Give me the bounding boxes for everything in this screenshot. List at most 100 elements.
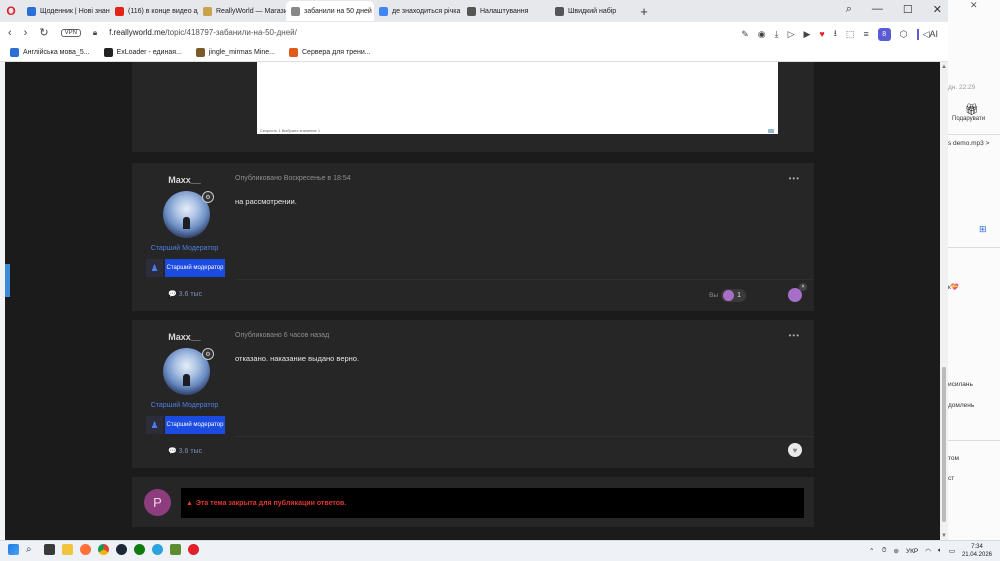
telegram-icon[interactable] [152, 544, 163, 555]
file-explorer-icon[interactable] [62, 544, 73, 555]
panel-close-icon[interactable]: ✕ [970, 0, 978, 11]
browser-tab[interactable]: Швидкий набір [550, 1, 630, 21]
heart-icon[interactable]: ♥ [819, 29, 824, 39]
author-name[interactable]: Maxx__ [132, 332, 237, 342]
opera-logo-icon[interactable]: O [0, 0, 22, 22]
bookmark-item[interactable]: jingle_mirmas Mine... [195, 47, 275, 57]
camera-icon[interactable]: ◉ [758, 29, 766, 40]
post-date[interactable]: Опубликовано 6 часов назад [235, 332, 329, 339]
search-icon[interactable]: ⌕ [26, 544, 37, 555]
embed-link-icon[interactable] [768, 129, 774, 133]
bookmark-item[interactable]: Сервера для трени... [289, 47, 371, 57]
page-scrollbar[interactable]: ▲ ▼ [940, 62, 948, 540]
volume-icon[interactable]: 🔈︎ [938, 547, 942, 555]
tab-search-icon[interactable]: ⌕ [846, 3, 852, 16]
bookmark-favicon-icon [103, 47, 113, 57]
close-window-button[interactable]: ✕ [933, 3, 942, 16]
post-menu-icon[interactable]: ••• [789, 331, 800, 340]
audio-file[interactable]: s demo.mp3 > [948, 140, 989, 147]
embedded-image[interactable]: Скорость 1 Выбрано значение 1 [257, 62, 778, 134]
qr-icon[interactable]: ⊞ [979, 224, 987, 235]
panel-line: том [948, 455, 959, 462]
task-view-icon[interactable] [44, 544, 55, 555]
chrome-icon[interactable] [98, 544, 109, 555]
reaction-button[interactable]: × [788, 283, 807, 302]
minimize-button[interactable]: — [872, 3, 883, 16]
menu-icon[interactable]: ≡ [863, 29, 868, 39]
tab-label: забанили на 50 дней - Х [304, 7, 374, 15]
language-indicator[interactable]: УКР [906, 548, 918, 555]
tray-chevron-icon[interactable]: ⌃ [869, 547, 874, 555]
divider [948, 247, 1000, 248]
url-field[interactable]: f.reallyworld.me/topic/418797-забанили-н… [109, 28, 297, 37]
tab-bar: O Щоденник | Нові знання (116) в конце ви… [0, 0, 948, 22]
browser-tab[interactable]: забанили на 50 дней - Х✕ [286, 1, 374, 21]
battery-icon[interactable]: ▭ [949, 547, 955, 555]
trophy-icon [723, 290, 735, 301]
remove-reaction-icon[interactable]: × [799, 283, 807, 291]
divider [235, 279, 814, 280]
maximize-button[interactable]: ☐ [903, 3, 913, 16]
clock[interactable]: 7:34 21.04.2026 [962, 543, 992, 559]
badge-label: Старший модератор [165, 259, 225, 277]
wifi-icon[interactable]: ◠ [925, 547, 931, 555]
minecraft-icon[interactable] [170, 544, 181, 555]
browser-tab[interactable]: Налаштування [462, 1, 550, 21]
player-icon[interactable]: ▶ [804, 29, 811, 40]
like-heart-icon[interactable]: ♥ [788, 443, 802, 457]
panel-line: ст [948, 475, 955, 482]
reload-icon[interactable]: ↻ [39, 26, 48, 39]
downloads-icon[interactable]: ⭳ [834, 26, 837, 42]
tray-app-icon[interactable]: ⏱ [881, 547, 886, 555]
locked-notice: ▲ Эта тема закрыта для публикации ответо… [181, 488, 804, 518]
embed-caption: Скорость 1 Выбрано значение 1 [260, 128, 321, 133]
reaction-summary[interactable]: Вы 1 [709, 289, 746, 302]
browser-window: O Щоденник | Нові знання (116) в конце ви… [0, 0, 948, 540]
group-badge: ♟ Старший модератор [146, 416, 225, 434]
scroll-down-icon[interactable]: ▼ [941, 533, 947, 539]
post-date[interactable]: Опубликовано Воскресенье в 18:54 [235, 175, 351, 182]
reaction-pill[interactable]: 1 [721, 289, 746, 302]
opera-taskbar-icon[interactable] [188, 544, 199, 555]
divider [948, 134, 1000, 135]
browser-tab[interactable]: Щоденник | Нові знання [22, 1, 110, 21]
divider [948, 440, 1000, 441]
bookmark-item[interactable]: Англійська мова_5... [10, 47, 90, 57]
lock-icon[interactable]: 🔒︎ [93, 28, 97, 38]
author-name[interactable]: Maxx__ [132, 175, 237, 185]
taskbar-apps: ⌕ [8, 544, 199, 555]
extensions-icon[interactable]: ⬡ [900, 29, 908, 40]
bookmark-favicon-icon [195, 47, 205, 57]
gift-button[interactable]: Подарувати [952, 116, 985, 122]
windows-start-icon[interactable] [8, 544, 19, 555]
firefox-icon[interactable] [80, 544, 91, 555]
tray-app-icon[interactable]: ⊚ [894, 547, 899, 555]
browser-tab[interactable]: ReallyWorld — Магазин [198, 1, 286, 21]
scroll-thumb[interactable] [942, 367, 946, 522]
avatar[interactable]: P [144, 489, 171, 516]
badge-label: Старший модератор [165, 416, 225, 434]
scroll-up-icon[interactable]: ▲ [941, 64, 947, 70]
download-icon[interactable]: ⤓ [775, 29, 779, 40]
forward-icon[interactable]: › [24, 27, 28, 39]
bookmark-item[interactable]: ExLoader - единая... [103, 47, 182, 57]
xbox-icon[interactable] [134, 544, 145, 555]
panel-emoji: к💝 [948, 284, 959, 291]
bookmark-label: Сервера для трени... [302, 48, 371, 56]
new-tab-button[interactable]: + [636, 3, 652, 19]
tab-favicon-icon [379, 6, 388, 16]
aria-ai-button[interactable]: ◁AI [916, 28, 938, 40]
edit-icon[interactable]: ✎ [741, 29, 749, 40]
post-menu-icon[interactable]: ••• [789, 174, 800, 183]
steam-icon[interactable] [116, 544, 127, 555]
side-panel: ✕ дн. 22:29 🎁︎ Подарувати s demo.mp3 > ⊞… [948, 0, 1000, 540]
tab-favicon-icon [115, 6, 124, 16]
browser-tab[interactable]: (116) в конце видео адм [110, 1, 198, 21]
back-icon[interactable]: ‹ [8, 27, 12, 39]
play-icon[interactable]: ▷ [788, 29, 795, 40]
profile-button[interactable]: 8 [877, 27, 891, 41]
locked-topic-card: P ▲ Эта тема закрыта для публикации отве… [132, 477, 814, 527]
vpn-badge[interactable]: VPN [60, 28, 81, 37]
browser-tab[interactable]: де знаходиться річка рє [374, 1, 462, 21]
cube-icon[interactable]: ⬚ [846, 29, 855, 40]
